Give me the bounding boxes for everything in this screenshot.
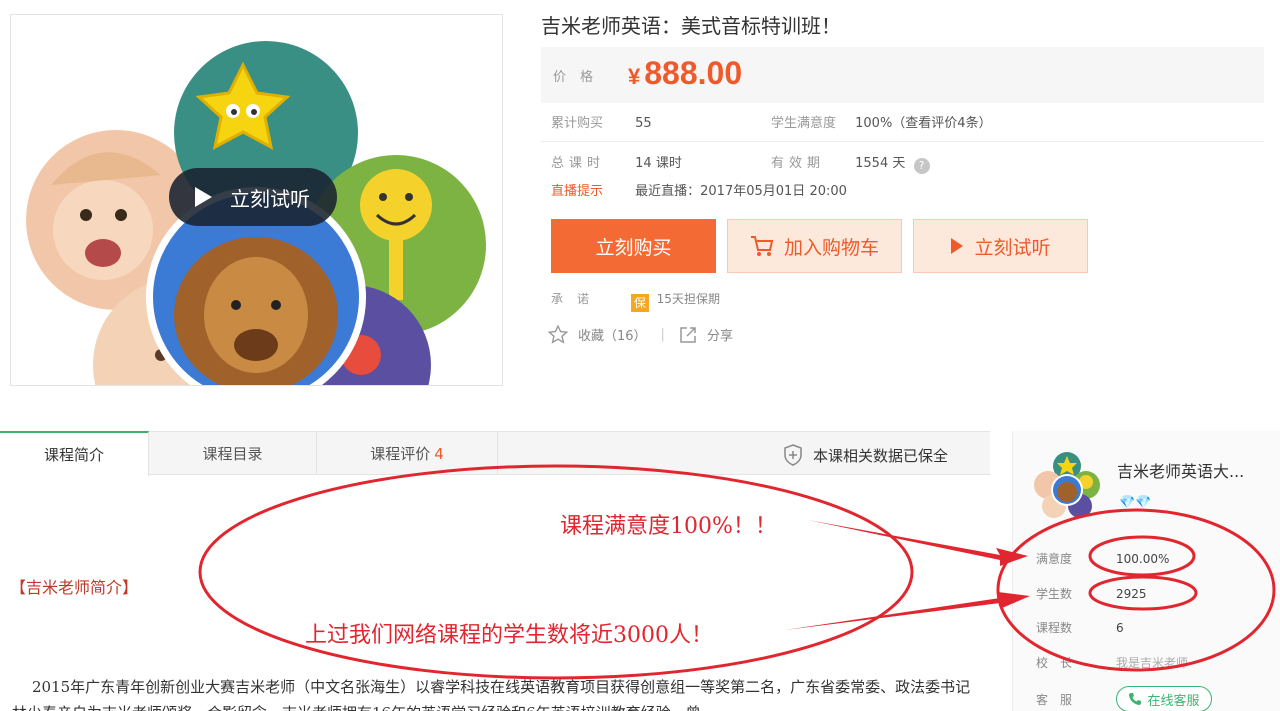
teacher-name[interactable]: 吉米老师英语大... xyxy=(1117,458,1267,482)
sidebar-row-students: 学生数 2925 xyxy=(1036,585,1147,602)
tab-course-intro[interactable]: 课程简介 xyxy=(0,431,149,476)
online-service-button[interactable]: 在线客服 xyxy=(1116,686,1212,711)
validity-row: 有效期 1554 天 ? xyxy=(771,152,930,174)
tab-label: 课程简介 xyxy=(43,446,104,464)
purchases-row: 累计购买 55 xyxy=(551,112,652,131)
add-to-cart-label: 加入购物车 xyxy=(783,236,879,259)
course-tab-bar: 课程简介 课程目录 课程评价 4 本课相关数据已保全 xyxy=(0,431,990,476)
cover-play-button[interactable]: 立刻试听 xyxy=(169,168,337,226)
guarantee-badge-icon: 保 xyxy=(630,294,649,312)
buy-now-label: 立刻购买 xyxy=(595,236,672,259)
phone-icon xyxy=(1129,693,1142,705)
price-value: ¥888.00 xyxy=(628,55,742,92)
price-box: 价格 ¥888.00 xyxy=(541,47,1264,103)
star-icon xyxy=(548,325,568,344)
action-links: 收藏（16） | 分享 xyxy=(548,325,733,344)
tab-label: 课程目录 xyxy=(202,445,263,463)
promise-value: 15天担保期 xyxy=(656,292,720,306)
price-label: 价格 xyxy=(553,70,608,85)
favorite-label: 收藏（16） xyxy=(578,329,647,344)
play-icon xyxy=(950,237,964,255)
annotation-note-satisfaction: 课程满意度100%！！ xyxy=(560,514,777,539)
live-row: 直播提示 最近直播：2017年05月01日 20:00 xyxy=(551,180,847,199)
intro-paragraph: 2015年广东青年创新创业大赛吉米老师（中文名张海生）以睿学科技在线英语教育项目… xyxy=(12,678,971,711)
divider xyxy=(541,141,1264,142)
share-link[interactable]: 分享 xyxy=(679,325,733,344)
promise-label: 承诺 xyxy=(551,292,604,306)
sidebar-row-principal: 校长 我是吉米老师 xyxy=(1036,654,1188,671)
play-icon xyxy=(195,187,212,207)
satisfaction-value[interactable]: 100%（查看评价4条） xyxy=(855,116,991,131)
purchases-value: 55 xyxy=(635,116,652,131)
annotation-arrow-satisfaction xyxy=(808,520,1028,566)
row-value: 2925 xyxy=(1116,587,1147,601)
separator: | xyxy=(660,327,665,342)
sidebar-row-courses: 课程数 6 xyxy=(1036,619,1124,636)
row-label: 满意度 xyxy=(1036,552,1073,566)
add-to-cart-button[interactable]: 加入购物车 xyxy=(727,219,902,273)
teacher-avatar[interactable] xyxy=(1034,452,1100,518)
cart-icon xyxy=(750,235,774,257)
promise-row: 承诺 保 15天担保期 xyxy=(551,290,720,312)
cover-play-label: 立刻试听 xyxy=(230,186,310,211)
tab-course-reviews[interactable]: 课程评价 4 xyxy=(317,432,498,475)
tab-course-catalog[interactable]: 课程目录 xyxy=(149,432,317,475)
hours-value: 14 课时 xyxy=(635,156,682,171)
row-label: 客服 xyxy=(1036,693,1085,707)
annotation-arrow-students xyxy=(785,592,1030,630)
review-count: 4 xyxy=(434,444,444,463)
shield-icon xyxy=(784,444,802,466)
live-label: 直播提示 xyxy=(551,184,604,199)
currency-symbol: ¥ xyxy=(628,64,641,89)
secure-label: 本课相关数据已保全 xyxy=(813,446,949,465)
share-icon xyxy=(680,326,696,343)
purchases-label: 累计购买 xyxy=(551,116,604,131)
section-title: 【吉米老师简介】 xyxy=(10,578,139,597)
buy-now-button[interactable]: 立刻购买 xyxy=(551,219,716,273)
live-value: 最近直播：2017年05月01日 20:00 xyxy=(635,184,847,199)
validity-value: 1554 天 xyxy=(855,156,906,171)
validity-label: 有效期 xyxy=(771,156,826,171)
row-value: 100.00% xyxy=(1116,552,1170,566)
price-number: 888.00 xyxy=(644,55,743,91)
sidebar-row-satisfaction: 满意度 100.00% xyxy=(1036,550,1169,567)
row-label: 学生数 xyxy=(1036,587,1073,601)
try-listen-button[interactable]: 立刻试听 xyxy=(913,219,1088,273)
satisfaction-row: 学生满意度 100%（查看评价4条） xyxy=(771,112,992,131)
diamond-rank-icon: 💎💎 xyxy=(1119,495,1152,510)
satisfaction-label: 学生满意度 xyxy=(771,116,837,131)
data-secured-notice: 本课相关数据已保全 xyxy=(783,444,948,466)
service-label: 在线客服 xyxy=(1147,693,1200,709)
try-listen-label: 立刻试听 xyxy=(974,236,1051,259)
row-value[interactable]: 我是吉米老师 xyxy=(1116,656,1188,670)
help-icon[interactable]: ? xyxy=(913,158,930,174)
course-cover-image[interactable]: 立刻试听 xyxy=(10,14,503,386)
row-value: 6 xyxy=(1116,621,1124,635)
avatar xyxy=(1034,452,1100,518)
favorite-link[interactable]: 收藏（16） xyxy=(548,325,647,344)
hours-label: 总课时 xyxy=(551,156,606,171)
course-title: 吉米老师英语：美式音标特训班！ xyxy=(541,14,841,38)
row-label: 校长 xyxy=(1036,656,1085,670)
share-label: 分享 xyxy=(706,329,733,344)
annotation-note-students: 上过我们网络课程的学生数将近3000人！ xyxy=(305,623,713,648)
hours-row: 总课时 14 课时 xyxy=(551,152,682,171)
sidebar-row-service: 客服 xyxy=(1036,691,1116,708)
row-label: 课程数 xyxy=(1036,621,1073,635)
tab-label: 课程评价 xyxy=(370,445,431,463)
